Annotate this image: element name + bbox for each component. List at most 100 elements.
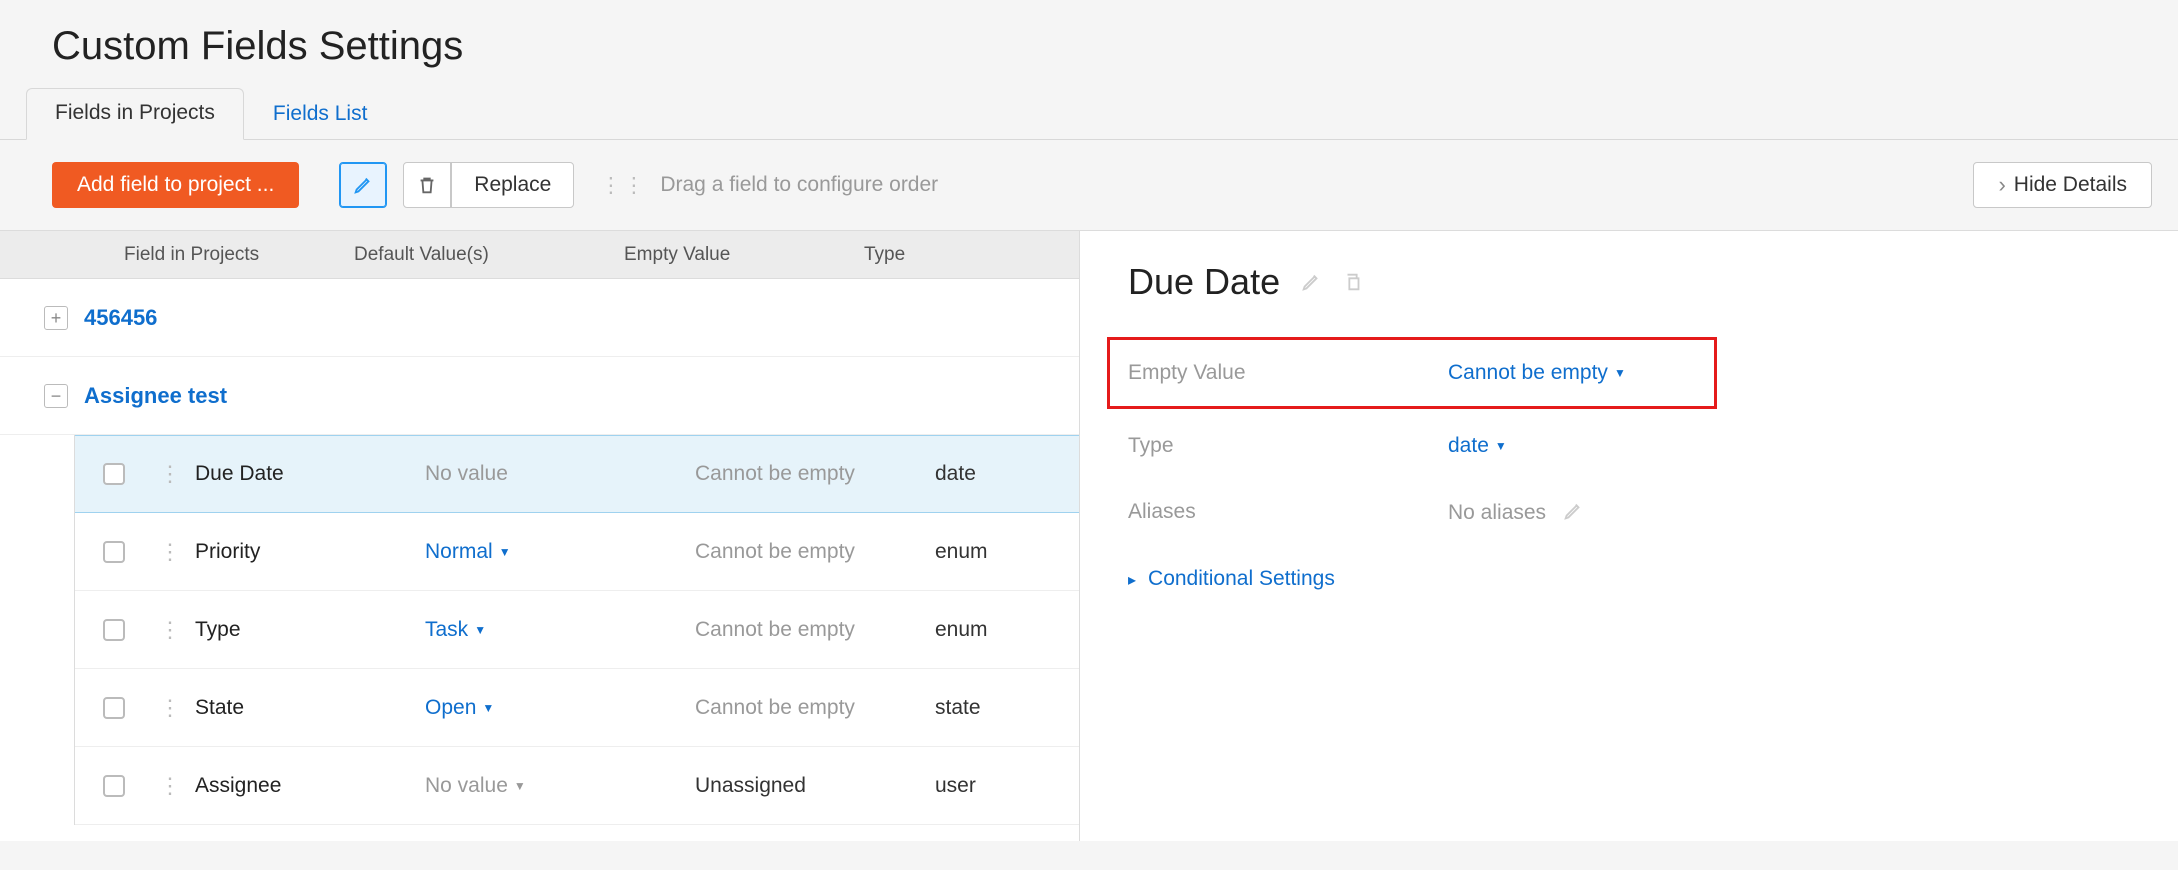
project-group-row[interactable]: − Assignee test	[0, 357, 1079, 435]
field-row[interactable]: ⋮ Assignee No value▼ Unassigned user	[75, 747, 1079, 825]
detail-value-dropdown[interactable]: date▼	[1448, 434, 1507, 458]
edit-title-button[interactable]	[1300, 271, 1322, 293]
button-label: Add field to project ...	[77, 173, 274, 197]
pencil-icon	[352, 174, 374, 196]
toolbar: Add field to project ... Replace ⋮⋮ Drag…	[0, 140, 2178, 231]
field-name: State	[195, 696, 425, 720]
drag-handle-icon[interactable]: ⋮	[145, 617, 195, 643]
field-empty: Cannot be empty	[695, 462, 935, 486]
row-checkbox[interactable]	[103, 619, 125, 641]
field-empty: Cannot be empty	[695, 696, 935, 720]
row-checkbox[interactable]	[103, 775, 125, 797]
detail-title-text: Due Date	[1128, 261, 1280, 303]
field-empty: Unassigned	[695, 774, 935, 798]
project-group-row[interactable]: + 456456	[0, 279, 1079, 357]
col-header-default: Default Value(s)	[354, 244, 624, 266]
field-name: Due Date	[195, 462, 425, 486]
conditional-settings-label: Conditional Settings	[1148, 567, 1335, 591]
pencil-icon	[1300, 271, 1322, 293]
field-empty: Cannot be empty	[695, 540, 935, 564]
drag-dots-icon: ⋮⋮	[600, 173, 646, 198]
detail-label: Type	[1128, 434, 1448, 458]
tab-fields-in-projects[interactable]: Fields in Projects	[26, 88, 244, 140]
empty-value-highlight: Empty Value Cannot be empty▼	[1107, 337, 1717, 409]
field-empty: Cannot be empty	[695, 618, 935, 642]
detail-title: Due Date	[1128, 261, 2130, 303]
detail-value-dropdown[interactable]: Cannot be empty▼	[1448, 361, 1626, 385]
col-header-name: Field in Projects	[124, 244, 354, 266]
drag-handle-icon[interactable]: ⋮	[145, 539, 195, 565]
dropdown-caret-icon: ▼	[1495, 439, 1507, 453]
col-header-empty: Empty Value	[624, 244, 864, 266]
row-checkbox[interactable]	[103, 541, 125, 563]
dropdown-caret-icon: ▼	[1614, 366, 1626, 380]
dropdown-caret-icon: ▼	[482, 701, 494, 715]
detail-row-aliases: Aliases No aliases	[1128, 479, 2130, 545]
tab-fields-list[interactable]: Fields List	[244, 89, 397, 140]
detail-row-empty-value: Empty Value Cannot be empty▼	[1128, 340, 1696, 406]
row-checkbox[interactable]	[103, 463, 125, 485]
add-field-to-project-button[interactable]: Add field to project ...	[52, 162, 299, 208]
replace-button[interactable]: Replace	[451, 162, 574, 208]
drag-hint: ⋮⋮ Drag a field to configure order	[600, 173, 938, 198]
field-type: enum	[935, 540, 1055, 564]
page-header: Custom Fields Settings	[0, 0, 2178, 87]
field-row[interactable]: ⋮ Due Date No value Cannot be empty date	[75, 435, 1079, 513]
field-type: user	[935, 774, 1055, 798]
detail-panel: Due Date Empty Value Cannot be empty▼ Ty…	[1080, 231, 2178, 841]
dropdown-caret-icon: ▼	[514, 779, 526, 793]
field-default: No value	[425, 462, 695, 486]
delete-button[interactable]	[403, 162, 451, 208]
field-default[interactable]: Task▼	[425, 618, 695, 642]
dropdown-caret-icon: ▼	[499, 545, 511, 559]
edit-mode-button[interactable]	[339, 162, 387, 208]
fields-table: Field in Projects Default Value(s) Empty…	[0, 231, 1080, 841]
drag-handle-icon[interactable]: ⋮	[145, 695, 195, 721]
drag-handle-icon[interactable]: ⋮	[145, 773, 195, 799]
pencil-icon	[1562, 500, 1584, 522]
col-header-type: Type	[864, 244, 984, 266]
button-label: Hide Details	[2014, 173, 2127, 197]
copy-icon	[1342, 271, 1364, 293]
group-rows: ⋮ Due Date No value Cannot be empty date…	[74, 435, 1079, 825]
field-default[interactable]: Normal▼	[425, 540, 695, 564]
delete-replace-group: Replace	[403, 162, 574, 208]
field-type: date	[935, 462, 1055, 486]
field-row[interactable]: ⋮ Type Task▼ Cannot be empty enum	[75, 591, 1079, 669]
content: Field in Projects Default Value(s) Empty…	[0, 231, 2178, 841]
project-group-name[interactable]: Assignee test	[84, 383, 227, 409]
tab-label: Fields List	[273, 102, 368, 125]
detail-label: Aliases	[1128, 500, 1448, 524]
edit-aliases-button[interactable]	[1562, 501, 1584, 524]
tab-label: Fields in Projects	[55, 101, 215, 124]
collapse-icon[interactable]: −	[44, 384, 68, 408]
field-name: Priority	[195, 540, 425, 564]
field-name: Type	[195, 618, 425, 642]
chevron-right-icon	[1998, 172, 2005, 198]
tabs: Fields in Projects Fields List	[0, 87, 2178, 140]
row-checkbox[interactable]	[103, 697, 125, 719]
detail-value: No aliases	[1448, 500, 1584, 525]
field-row[interactable]: ⋮ Priority Normal▼ Cannot be empty enum	[75, 513, 1079, 591]
button-label: Replace	[474, 173, 551, 197]
field-row[interactable]: ⋮ State Open▼ Cannot be empty state	[75, 669, 1079, 747]
field-default[interactable]: Open▼	[425, 696, 695, 720]
drag-hint-text: Drag a field to configure order	[660, 173, 938, 197]
project-group-name[interactable]: 456456	[84, 305, 157, 331]
detail-label: Empty Value	[1128, 361, 1448, 385]
field-name: Assignee	[195, 774, 425, 798]
field-type: enum	[935, 618, 1055, 642]
field-default[interactable]: No value▼	[425, 774, 695, 798]
dropdown-caret-icon: ▼	[474, 623, 486, 637]
hide-details-button[interactable]: Hide Details	[1973, 162, 2152, 208]
table-header: Field in Projects Default Value(s) Empty…	[0, 231, 1079, 279]
detail-row-type: Type date▼	[1128, 413, 2130, 479]
trash-icon	[416, 174, 438, 196]
expand-icon[interactable]: +	[44, 306, 68, 330]
drag-handle-icon[interactable]: ⋮	[145, 461, 195, 487]
triangle-right-icon	[1128, 567, 1136, 591]
field-type: state	[935, 696, 1055, 720]
page-title: Custom Fields Settings	[52, 24, 2178, 69]
clone-button[interactable]	[1342, 271, 1364, 293]
conditional-settings-toggle[interactable]: Conditional Settings	[1128, 567, 2130, 591]
